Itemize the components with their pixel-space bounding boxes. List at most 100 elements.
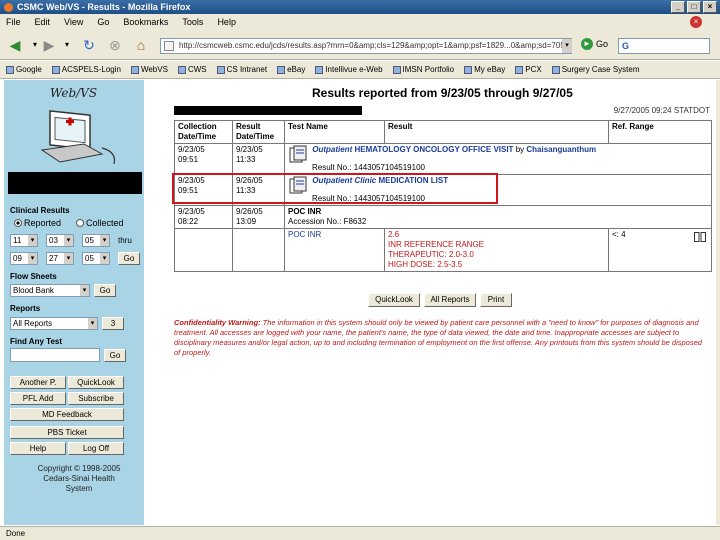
document-title-link[interactable]: HEMATOLOGY ONCOLOGY OFFICE VISIT [354, 145, 513, 154]
subscribe-button[interactable]: Subscribe [68, 392, 124, 405]
from-month-select[interactable]: 11 [10, 234, 38, 247]
book-icon[interactable] [693, 231, 707, 243]
bookmark-icon [392, 65, 401, 74]
menu-bookmarks[interactable]: Bookmarks [123, 17, 168, 27]
home-icon[interactable]: ⌂ [132, 36, 150, 54]
bookmark-surgery-case-system[interactable]: Surgery Case System [551, 65, 640, 74]
bookmark-cws[interactable]: CWS [177, 65, 207, 74]
collected-radio[interactable]: Collected [76, 218, 124, 228]
page-title: Results reported from 9/23/05 through 9/… [312, 86, 573, 100]
another-patient-button[interactable]: Another P. [10, 376, 66, 389]
vertical-scrollbar[interactable] [716, 80, 720, 525]
bookmark-ebay[interactable]: eBay [277, 65, 305, 74]
bookmark-google[interactable]: Google [6, 65, 42, 74]
sidebar: Web/VS Clinical Results Reported Collect… [4, 80, 144, 525]
inr-high-dose: HIGH DOSE: 2.5-3.5 [388, 260, 463, 269]
menu-go[interactable]: Go [97, 17, 109, 27]
inr-therapeutic: THERAPEUTIC: 2.0-3.0 [388, 250, 474, 259]
collection-time: 09:51 [178, 155, 199, 164]
action-buttons: QuickLook All Reports Print [368, 293, 512, 307]
bookmark-icon [51, 65, 60, 74]
print-button[interactable]: Print [480, 293, 512, 307]
menu-edit[interactable]: Edit [35, 17, 51, 27]
reported-radio[interactable]: Reported [14, 218, 61, 228]
result-time: 13:09 [236, 217, 257, 226]
log-off-button[interactable]: Log Off [68, 442, 124, 455]
help-button[interactable]: Help [10, 442, 66, 455]
bookmark-cs-intranet[interactable]: CS Intranet [216, 65, 267, 74]
col-ref-range: Ref. Range [608, 120, 712, 144]
forward-arrow-icon[interactable]: ▶ [40, 36, 58, 54]
confidentiality-warning: Confidentiality Warning: The information… [174, 318, 708, 358]
address-dropdown-icon[interactable]: ▾ [562, 39, 572, 53]
menu-file[interactable]: File [6, 17, 21, 27]
to-day-select[interactable]: 27 [46, 252, 74, 265]
google-search-icon: G [622, 41, 630, 51]
result-number: Result No.: 1443057104519100 [312, 163, 425, 172]
flow-sheets-select[interactable]: Blood Bank [10, 284, 90, 297]
md-feedback-button[interactable]: MD Feedback [10, 408, 124, 421]
pbs-ticket-button[interactable]: PBS Ticket [10, 426, 124, 439]
bookmark-imsn-portfolio[interactable]: IMSN Portfolio [392, 65, 454, 74]
menu-help[interactable]: Help [217, 17, 236, 27]
flow-sheets-go-button[interactable]: Go [94, 284, 116, 297]
pfl-add-button[interactable]: PFL Add [10, 392, 66, 405]
reload-icon[interactable]: ↻ [80, 36, 98, 54]
all-reports-button[interactable]: All Reports [424, 293, 476, 307]
close-window-button[interactable]: × [703, 1, 717, 13]
address-url: http://csmcweb.csmc.edu/jcds/results.asp… [179, 41, 572, 50]
col-result-datetime: Result Date/Time [232, 120, 285, 144]
from-year-select[interactable]: 05 [82, 234, 110, 247]
window-title: CSMC Web/VS - Results - Mozilla Firefox [17, 2, 191, 12]
menu-tools[interactable]: Tools [182, 17, 203, 27]
inr-reference-range: INR REFERENCE RANGE [388, 240, 485, 249]
poc-inr-link[interactable]: POC INR [288, 230, 321, 239]
document-type-link[interactable]: Outpatient [312, 145, 352, 154]
reports-select[interactable]: All Reports [10, 317, 98, 330]
bookmark-pcx[interactable]: PCX [515, 65, 542, 74]
patient-info-redacted [174, 106, 362, 115]
find-any-test-label: Find Any Test [10, 337, 62, 346]
col-result: Result [384, 120, 609, 144]
quicklook-action-button[interactable]: QuickLook [368, 293, 420, 307]
maximize-button[interactable]: □ [687, 1, 701, 13]
menu-bar: File Edit View Go Bookmarks Tools Help × [0, 14, 720, 30]
find-test-input[interactable] [10, 348, 100, 362]
back-arrow-icon[interactable]: ◀ [6, 36, 24, 54]
thru-label: thru [118, 236, 132, 245]
reports-go-button[interactable]: 3 [102, 317, 124, 330]
stop-icon[interactable]: ⊗ [106, 36, 124, 54]
date-go-button[interactable]: Go [118, 252, 140, 265]
test-panel-name: POC INR [288, 207, 322, 216]
stop-loading-icon[interactable]: × [690, 16, 702, 28]
bookmark-webvs[interactable]: WebVS [130, 65, 168, 74]
address-bar[interactable]: http://csmcweb.csmc.edu/jcds/results.asp… [160, 38, 572, 54]
reports-label: Reports [10, 304, 41, 313]
bookmark-icon [6, 65, 14, 74]
document-icon[interactable] [288, 145, 308, 163]
page-icon [164, 41, 174, 51]
menu-view[interactable]: View [64, 17, 83, 27]
to-year-select[interactable]: 05 [82, 252, 110, 265]
bookmark-icon [130, 65, 139, 74]
from-day-select[interactable]: 03 [46, 234, 74, 247]
inr-value: 2.6 [388, 230, 400, 239]
bookmark-acspels-login[interactable]: ACSPELS-Login [51, 65, 121, 74]
table-header-row: Collection Date/Time Result Date/Time Te… [174, 120, 712, 144]
find-test-go-button[interactable]: Go [104, 349, 126, 362]
bookmark-intellivue[interactable]: Intellivue e-Web [315, 65, 383, 74]
search-box[interactable]: G [618, 38, 710, 54]
quicklook-button[interactable]: QuickLook [68, 376, 124, 389]
radio-selected-icon [14, 219, 22, 227]
forward-dropdown-icon[interactable]: ▾ [58, 36, 76, 54]
table-row: POC INR 2.6 INR REFERENCE RANGE THERAPEU… [174, 228, 712, 272]
main-content: Results reported from 9/23/05 through 9/… [144, 80, 718, 525]
bookmark-icon [551, 65, 560, 74]
minimize-button[interactable]: _ [671, 1, 685, 13]
bookmark-icon [216, 65, 225, 74]
inr-ref-range-value: <: 4 [612, 230, 626, 239]
bookmark-my-ebay[interactable]: My eBay [464, 65, 505, 74]
to-month-select[interactable]: 09 [10, 252, 38, 265]
go-button[interactable]: ► Go [581, 38, 608, 50]
table-row: 9/23/05 08:22 9/26/05 13:09 POC INR Access… [174, 205, 712, 229]
